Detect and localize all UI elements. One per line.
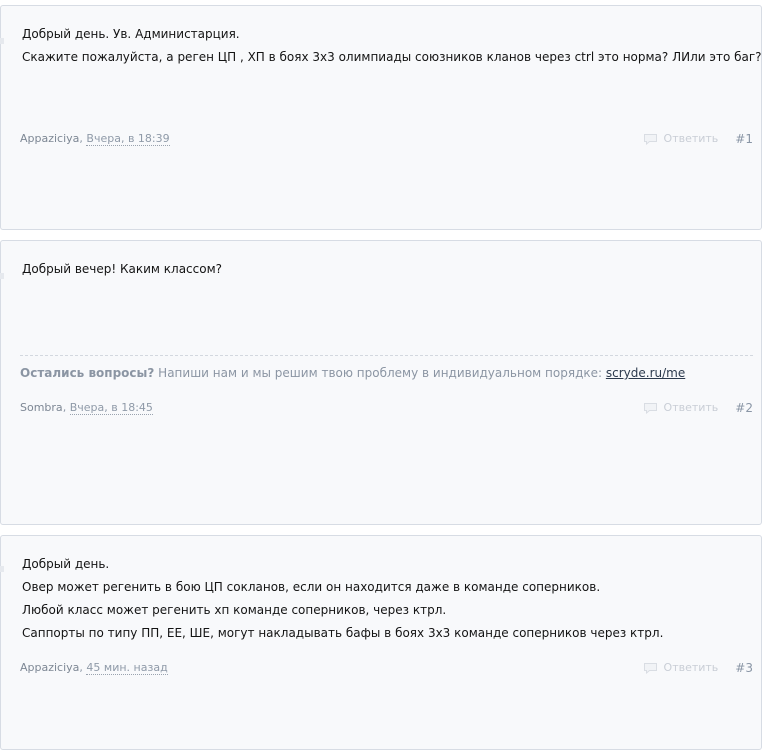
post-text-line: Добрый день. Ув. Администарция. — [22, 27, 240, 41]
post-content: Добрый вечер! Каким классом? — [22, 258, 751, 281]
avatar-edge — [0, 566, 4, 572]
post-content: Добрый день. Ув. Администарция. Скажите … — [22, 23, 762, 69]
post-2: Добрый вечер! Каким классом? Остались во… — [0, 240, 762, 525]
post-author[interactable]: Appaziciya — [20, 661, 79, 674]
post-text-line: Овер может регенить в бою ЦП сокланов, е… — [22, 580, 601, 594]
post-author[interactable]: Sombra — [20, 401, 63, 414]
post-number[interactable]: #3 — [735, 660, 753, 676]
avatar-edge — [0, 273, 4, 279]
reply-label: Ответить — [663, 132, 719, 145]
reply-button[interactable]: Ответить — [643, 131, 719, 147]
post-actions: Ответить #2 — [643, 400, 753, 416]
avatar-edge — [0, 38, 4, 44]
speech-bubble-icon — [643, 663, 657, 674]
post-content: Добрый день. Овер может регенить в бою Ц… — [22, 553, 751, 645]
signature-link[interactable]: scryde.ru/me — [606, 366, 685, 380]
post-actions: Ответить #1 — [643, 131, 753, 147]
post-number[interactable]: #2 — [735, 400, 753, 416]
post-meta: Appaziciya, 45 мин. назад Ответить #3 — [20, 660, 753, 676]
post-meta: Appaziciya, Вчера, в 18:39 Ответить #1 — [20, 131, 753, 147]
post-actions: Ответить #3 — [643, 660, 753, 676]
post-time[interactable]: Вчера, в 18:45 — [69, 401, 153, 415]
post-signature: Остались вопросы? Напиши нам и мы решим … — [20, 355, 753, 380]
reply-button[interactable]: Ответить — [643, 400, 719, 416]
post-number[interactable]: #1 — [735, 131, 753, 147]
post-time[interactable]: Вчера, в 18:39 — [86, 132, 170, 146]
reply-label: Ответить — [663, 661, 719, 674]
post-text-line: Добрый вечер! Каким классом? — [22, 262, 223, 276]
post-text-line: Добрый день. — [22, 557, 110, 571]
post-text-line: Скажите пожалуйста, а реген ЦП , ХП в бо… — [22, 50, 762, 64]
post-time[interactable]: 45 мин. назад — [86, 661, 168, 675]
speech-bubble-icon — [643, 134, 657, 145]
reply-button[interactable]: Ответить — [643, 660, 719, 676]
speech-bubble-icon — [643, 403, 657, 414]
signature-question: Остались вопросы? — [20, 366, 155, 380]
reply-label: Ответить — [663, 401, 719, 414]
post-author[interactable]: Appaziciya — [20, 132, 79, 145]
signature-text: Напиши нам и мы решим твою проблему в ин… — [158, 366, 603, 380]
post-text-line: Любой класс может регенить хп команде со… — [22, 603, 447, 617]
post-meta: Sombra, Вчера, в 18:45 Ответить #2 — [20, 400, 753, 416]
post-text-line: Саппорты по типу ПП, ЕЕ, ШЕ, могут накла… — [22, 626, 664, 640]
post-3: Добрый день. Овер может регенить в бою Ц… — [0, 535, 762, 750]
post-1: Добрый день. Ув. Администарция. Скажите … — [0, 5, 762, 230]
